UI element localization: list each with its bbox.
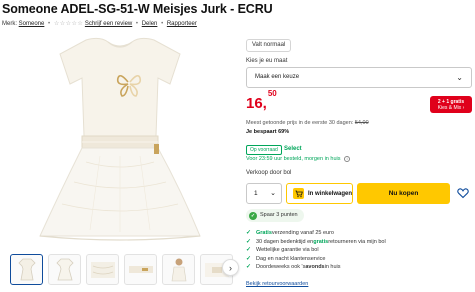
strike-price-line: Meest getoonde prijs in de eerste 30 dag… [246, 120, 369, 126]
points-icon: ✓ [249, 211, 257, 220]
price-cents: 50 [267, 89, 277, 98]
points-text: Spaar 3 punten [260, 212, 298, 218]
brand-link[interactable]: Someone [19, 21, 45, 27]
chevron-right-icon: › [229, 262, 232, 273]
brand-prefix: Merk: [2, 21, 17, 27]
quantity-value: 1 [254, 190, 258, 197]
quantity-select[interactable]: 1 ⌄ [246, 183, 282, 204]
delivery-text: Voor 23:59 uur besteld, morgen in huis [246, 156, 341, 162]
buy-now-button[interactable]: Nu kopen [357, 183, 450, 204]
check-icon: ✓ [246, 230, 252, 236]
add-to-cart-button[interactable]: In winkelwagen [286, 183, 353, 204]
cart-icon [293, 188, 304, 199]
seller-text: Verkoop door bol [246, 170, 292, 176]
stock-badge: Op voorraad [246, 145, 282, 155]
points-pill: ✓ Spaar 3 punten [246, 209, 304, 222]
heart-icon[interactable] [457, 187, 469, 199]
select-label: Select [284, 146, 302, 152]
check-icon: ✓ [246, 247, 252, 253]
waist-detail-thumb-icon [128, 265, 153, 273]
product-title: Someone ADEL-SG-51-W Meisjes Jurk - ECRU [2, 2, 273, 16]
thumbnail-5[interactable] [162, 254, 195, 285]
chevron-down-icon: ⌄ [270, 190, 276, 197]
size-select[interactable]: Maak een keuze ⌄ [246, 67, 472, 88]
thumbnail-4[interactable] [124, 254, 157, 285]
dress-thumb-icon [17, 258, 36, 280]
usp-item: ✓ Dag en nacht klantenservice [246, 255, 326, 262]
deal-line-2: Kies & Mix [437, 104, 462, 111]
check-icon: ✓ [246, 255, 252, 262]
model-thumb-icon [171, 258, 186, 281]
thumbnail-1[interactable] [10, 254, 43, 285]
delivery-promise: Voor 23:59 uur besteld, morgen in huis i [246, 156, 351, 162]
product-image[interactable] [4, 32, 236, 248]
next-thumbnail-button[interactable]: › [222, 259, 239, 276]
usp-item: ✓ 30 dagen bedenktijd en gratis retourner… [246, 238, 386, 245]
product-meta: Merk: Someone • ☆☆☆☆☆ Schrijf een review… [2, 21, 197, 27]
check-icon: ✓ [246, 264, 252, 270]
usp-list: ✓ Gratis verzending vanaf 25 euro ✓ 30 dag… [246, 229, 386, 272]
thumbnail-3[interactable] [86, 254, 119, 285]
rating-stars-icon: ☆☆☆☆☆ [53, 21, 84, 27]
chevron-right-icon: › [462, 104, 465, 111]
price: 16,50 [246, 89, 277, 112]
thumbnail-strip [10, 254, 233, 285]
usp-item: ✓ Wettelijke garantie via bol [246, 247, 319, 253]
thumbnail-2[interactable] [48, 254, 81, 285]
chevron-down-icon: ⌄ [456, 73, 463, 82]
add-to-cart-label: In winkelwagen [308, 190, 353, 197]
price-whole: 16, [246, 95, 267, 112]
size-select-value: Maak een keuze [255, 74, 300, 80]
strike-price-value: 54,00 [354, 120, 369, 126]
dress-image [39, 37, 201, 241]
write-review-link[interactable]: Schrijf een review [85, 21, 132, 27]
info-icon[interactable]: i [344, 156, 351, 162]
deal-badge[interactable]: 2 + 1 gratis Kies & Mix › [430, 96, 472, 113]
check-icon: ✓ [246, 238, 252, 245]
returns-conditions-link[interactable]: Bekijk retourvoorwaarden [246, 281, 308, 287]
usp-item: ✓ Doordeweeks ook 's avonds in huis [246, 264, 341, 270]
dress-back-thumb-icon [55, 258, 74, 280]
share-link[interactable]: Delen [142, 21, 158, 27]
usp-item: ✓ Gratis verzending vanaf 25 euro [246, 230, 334, 236]
report-link[interactable]: Rapporteer [167, 21, 197, 27]
strike-price-prefix: Meest getoonde prijs in de eerste 30 dag… [246, 120, 354, 126]
size-fit-chip: Valt normaal [246, 39, 292, 52]
size-label: Kies je eu maat [246, 58, 288, 64]
saving-text: Je bespaart 69% [246, 129, 290, 135]
fabric-detail-thumb-icon [90, 261, 115, 278]
